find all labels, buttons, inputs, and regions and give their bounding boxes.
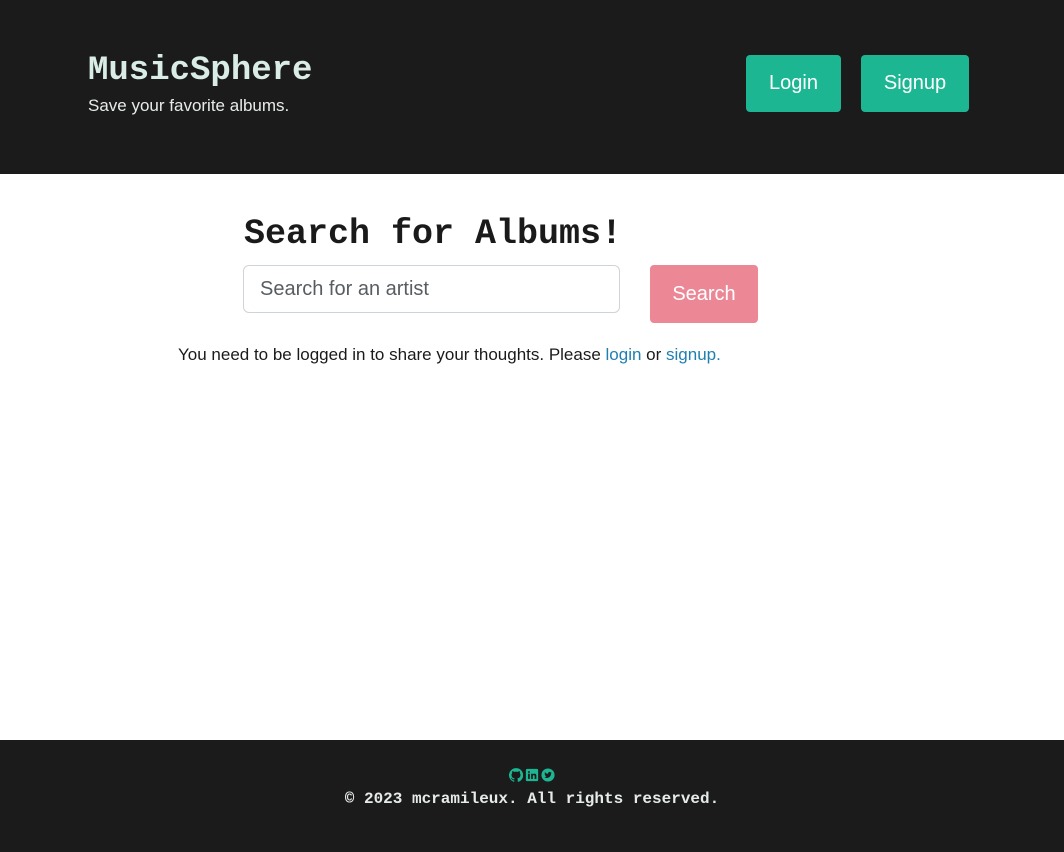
artist-search-input[interactable] [243, 265, 620, 313]
notice-or-text: or [641, 345, 667, 364]
copyright-text: © 2023 mcramileux. All rights reserved. [344, 790, 720, 808]
site-title: MusicSphere [88, 52, 313, 90]
site-tagline: Save your favorite albums. [88, 96, 290, 115]
login-notice: You need to be logged in to share your t… [178, 345, 721, 365]
signup-button[interactable]: Signup [861, 55, 969, 112]
twitter-icon[interactable] [541, 767, 555, 783]
login-link[interactable]: login [606, 345, 642, 364]
login-button[interactable]: Login [746, 55, 841, 112]
linkedin-icon[interactable] [525, 767, 539, 783]
site-header: MusicSphere Save your favorite albums. L… [0, 0, 1064, 174]
notice-text: You need to be logged in to share your t… [178, 345, 606, 364]
signup-link[interactable]: signup. [666, 345, 721, 364]
search-button[interactable]: Search [650, 265, 758, 323]
github-icon[interactable] [509, 767, 523, 783]
search-heading: Search for Albums! [244, 214, 623, 254]
social-links [509, 767, 555, 783]
